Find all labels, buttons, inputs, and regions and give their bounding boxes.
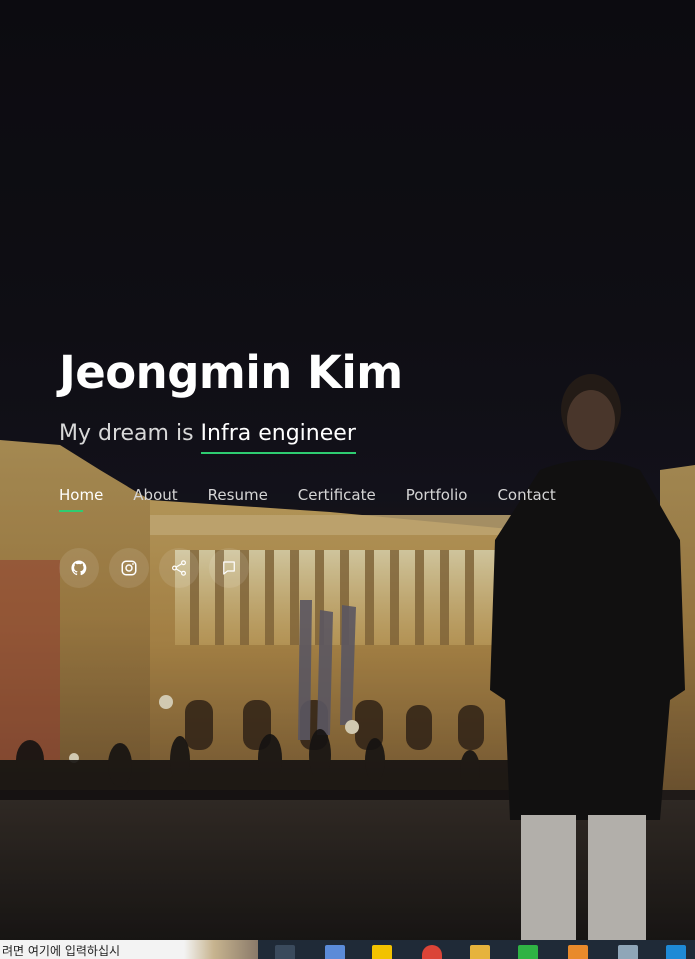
hero-tagline: My dream is Infra engineer: [59, 421, 356, 454]
github-icon: [71, 560, 87, 576]
hero-overlay: [0, 0, 695, 940]
tagline-prefix: My dream is: [59, 421, 194, 446]
social-links: [59, 548, 249, 588]
share-icon: [172, 560, 186, 576]
app-icon-1[interactable]: [325, 945, 345, 959]
nav-certificate[interactable]: Certificate: [298, 486, 376, 512]
main-nav: Home About Resume Certificate Portfolio …: [59, 486, 556, 512]
vscode-icon[interactable]: [666, 945, 686, 959]
file-explorer-icon[interactable]: [470, 945, 490, 959]
sticky-notes-icon[interactable]: [372, 945, 392, 959]
app-icon-2[interactable]: [568, 945, 588, 959]
os-taskbar: 려면 여기에 입력하십시: [0, 940, 695, 959]
search-highlight-image: [184, 940, 258, 959]
nav-resume[interactable]: Resume: [208, 486, 268, 512]
tagline-typed-text: Infra engineer: [200, 421, 356, 454]
terminal-icon[interactable]: [518, 945, 538, 959]
hero-name: Jeongmin Kim: [59, 346, 403, 399]
github-button[interactable]: [59, 548, 99, 588]
nav-portfolio[interactable]: Portfolio: [406, 486, 468, 512]
nav-home[interactable]: Home: [59, 486, 103, 512]
blog-icon: [223, 561, 235, 575]
app-icon-3[interactable]: [618, 945, 638, 959]
task-view-icon[interactable]: [275, 945, 295, 959]
nav-contact[interactable]: Contact: [497, 486, 555, 512]
share-button[interactable]: [159, 548, 199, 588]
blog-button[interactable]: [209, 548, 249, 588]
instagram-icon: [121, 560, 137, 576]
instagram-button[interactable]: [109, 548, 149, 588]
nav-about[interactable]: About: [133, 486, 177, 512]
hero-section: [0, 0, 695, 940]
chrome-icon[interactable]: [422, 945, 442, 959]
